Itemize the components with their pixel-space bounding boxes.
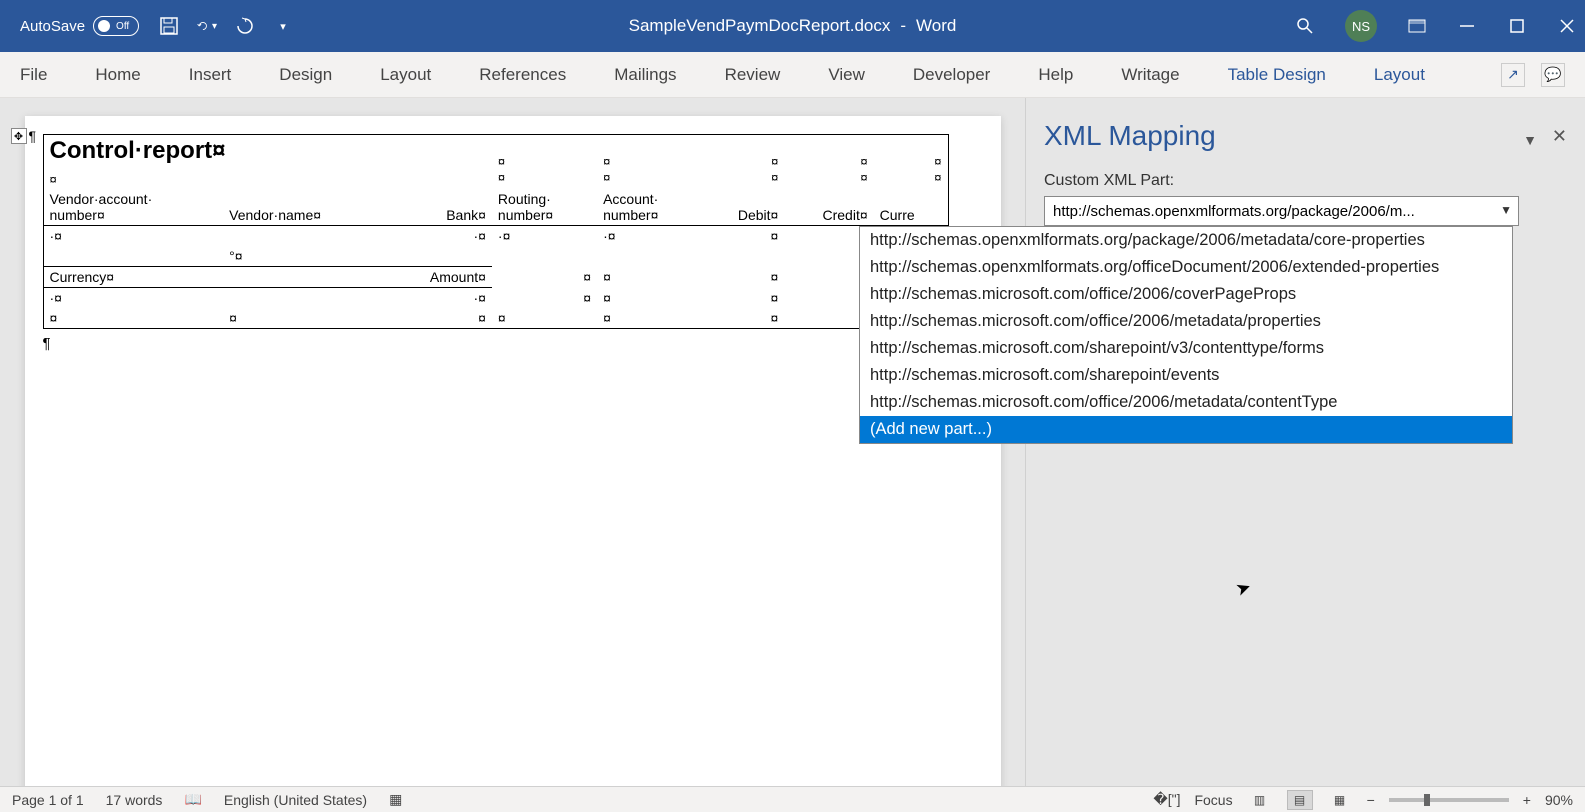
user-avatar[interactable]: NS: [1345, 10, 1377, 42]
autosave-group: AutoSave Off: [20, 16, 139, 36]
col-vendor-account: Vendor·account·number¤: [43, 189, 223, 226]
title-separator: -: [900, 16, 906, 36]
user-initials: NS: [1352, 19, 1370, 34]
dropdown-option-add-new[interactable]: (Add new part...): [860, 416, 1512, 443]
ribbon-right-controls: ↗ 💬: [1501, 63, 1565, 87]
tab-insert[interactable]: Insert: [189, 65, 232, 85]
xml-part-combo[interactable]: http://schemas.openxmlformats.org/packag…: [1044, 196, 1519, 226]
document-name: SampleVendPaymDocReport.docx: [629, 16, 891, 36]
zoom-thumb-icon[interactable]: [1424, 794, 1430, 806]
pilcrow-icon: ¶: [29, 128, 37, 144]
panel-title: XML Mapping: [1044, 120, 1567, 152]
search-icon[interactable]: [1295, 16, 1315, 36]
col-bank: Bank¤: [386, 189, 492, 226]
tab-layout[interactable]: Layout: [380, 65, 431, 85]
zoom-out-icon[interactable]: −: [1367, 792, 1375, 808]
dropdown-option[interactable]: http://schemas.openxmlformats.org/packag…: [860, 227, 1512, 254]
dropdown-option[interactable]: http://schemas.microsoft.com/sharepoint/…: [860, 362, 1512, 389]
zoom-level[interactable]: 90%: [1545, 792, 1573, 808]
col-routing: Routing·number¤: [492, 189, 597, 226]
titlebar-right: NS: [1295, 10, 1577, 42]
autosave-label: AutoSave: [20, 18, 85, 35]
zoom-slider[interactable]: [1389, 798, 1509, 802]
tab-table-layout[interactable]: Layout: [1374, 65, 1425, 85]
autosave-knob-icon: [98, 20, 110, 32]
maximize-icon[interactable]: [1507, 16, 1527, 36]
print-layout-icon[interactable]: ▤: [1287, 790, 1313, 810]
col-vendor-name: Vendor·name¤: [223, 189, 385, 226]
chevron-down-icon: ▼: [1500, 203, 1512, 217]
col-currency: Curre: [874, 189, 948, 226]
tab-mailings[interactable]: Mailings: [614, 65, 676, 85]
title-bar: AutoSave Off ▾ ▾ SampleVendPaymDocReport…: [0, 0, 1585, 52]
status-words[interactable]: 17 words: [106, 792, 163, 808]
minimize-icon[interactable]: [1457, 16, 1477, 36]
dropdown-option[interactable]: http://schemas.microsoft.com/office/2006…: [860, 281, 1512, 308]
document-table[interactable]: Control·report¤¤ ¤¤ ¤¤ ¤¤ ¤¤ ¤¤ Vendor·a…: [43, 134, 949, 329]
dropdown-option[interactable]: http://schemas.microsoft.com/office/2006…: [860, 308, 1512, 335]
undo-icon[interactable]: ▾: [197, 16, 217, 36]
tab-writage[interactable]: Writage: [1121, 65, 1179, 85]
sub-currency: Currency¤: [43, 267, 223, 288]
tab-review[interactable]: Review: [725, 65, 781, 85]
autosave-state: Off: [116, 21, 129, 32]
ribbon-tabs: File Home Insert Design Layout Reference…: [0, 52, 1585, 98]
status-bar: Page 1 of 1 17 words 📖 English (United S…: [0, 786, 1585, 812]
autosave-toggle[interactable]: Off: [93, 16, 139, 36]
col-credit: Credit¤: [784, 189, 873, 226]
web-layout-icon[interactable]: ▦: [1327, 790, 1353, 810]
tab-help[interactable]: Help: [1038, 65, 1073, 85]
close-icon[interactable]: [1557, 16, 1577, 36]
app-name: Word: [916, 16, 956, 36]
status-right: �["] Focus ▥ ▤ ▦ − + 90%: [1153, 790, 1573, 810]
dropdown-option[interactable]: http://schemas.microsoft.com/sharepoint/…: [860, 335, 1512, 362]
save-icon[interactable]: [159, 16, 179, 36]
combo-value: http://schemas.openxmlformats.org/packag…: [1053, 203, 1415, 220]
col-account: Account·number¤: [597, 189, 702, 226]
comments-icon[interactable]: 💬: [1541, 63, 1565, 87]
tab-file[interactable]: File: [20, 65, 47, 85]
doc-heading: Control·report¤: [50, 137, 486, 165]
paragraph-mark-icon: ¶: [43, 335, 983, 352]
focus-label[interactable]: Focus: [1194, 792, 1232, 808]
xml-part-dropdown[interactable]: http://schemas.openxmlformats.org/packag…: [859, 226, 1513, 444]
zoom-in-icon[interactable]: +: [1523, 792, 1531, 808]
tab-design[interactable]: Design: [279, 65, 332, 85]
panel-menu-icon[interactable]: ▼: [1523, 132, 1537, 148]
focus-mode-icon[interactable]: �["]: [1153, 791, 1180, 808]
tab-view[interactable]: View: [828, 65, 865, 85]
col-debit: Debit¤: [702, 189, 784, 226]
tab-references[interactable]: References: [479, 65, 566, 85]
dropdown-option[interactable]: http://schemas.openxmlformats.org/office…: [860, 254, 1512, 281]
status-page[interactable]: Page 1 of 1: [12, 792, 84, 808]
window-title: SampleVendPaymDocReport.docx - Word: [629, 16, 957, 36]
status-language[interactable]: English (United States): [224, 792, 367, 808]
tab-home[interactable]: Home: [95, 65, 140, 85]
macro-icon[interactable]: ▦: [389, 791, 402, 808]
tab-table-design[interactable]: Table Design: [1228, 65, 1326, 85]
qat-customize-icon[interactable]: ▾: [273, 16, 293, 36]
spellcheck-icon[interactable]: 📖: [184, 791, 201, 808]
sub-amount: Amount¤: [386, 267, 492, 288]
panel-close-icon[interactable]: ✕: [1552, 126, 1567, 147]
tab-developer[interactable]: Developer: [913, 65, 991, 85]
dropdown-option[interactable]: http://schemas.microsoft.com/office/2006…: [860, 389, 1512, 416]
panel-label: Custom XML Part:: [1044, 172, 1567, 190]
ribbon-display-icon[interactable]: [1407, 16, 1427, 36]
quick-access-toolbar: ▾ ▾: [159, 16, 293, 36]
document-page: ✥ ¶ Control·report¤¤ ¤¤ ¤¤ ¤¤ ¤¤ ¤¤ Vend…: [25, 116, 1001, 812]
share-icon[interactable]: ↗: [1501, 63, 1525, 87]
table-move-handle-icon[interactable]: ✥: [11, 128, 27, 144]
read-mode-icon[interactable]: ▥: [1247, 790, 1273, 810]
redo-icon[interactable]: [235, 16, 255, 36]
